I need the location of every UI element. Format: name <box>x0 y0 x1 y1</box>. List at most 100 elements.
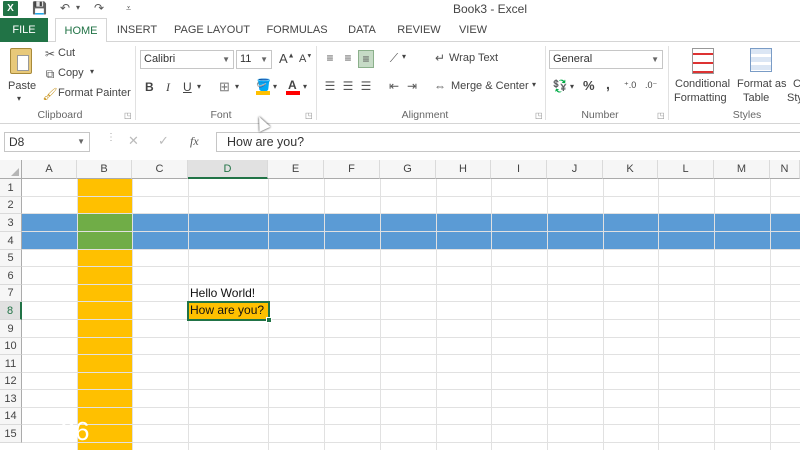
borders-icon[interactable]: ⊞ <box>219 79 230 95</box>
column-header-g[interactable]: G <box>380 160 436 179</box>
font-color-dropdown-icon[interactable]: ▾ <box>303 82 307 91</box>
alignment-group-label: Alignment <box>401 109 449 121</box>
paintbrush-icon: 🖌 <box>42 87 58 101</box>
tab-formulas[interactable]: FORMULAS <box>262 18 332 42</box>
underline-button[interactable]: U <box>183 80 192 94</box>
fill-handle[interactable] <box>266 317 272 323</box>
bold-button[interactable]: B <box>145 80 154 94</box>
cell-d8[interactable]: How are you? <box>190 303 264 317</box>
format-as-label-2: Table <box>743 92 770 104</box>
styles-group-label: Styles <box>732 109 762 121</box>
column-header-a[interactable]: A <box>22 160 77 179</box>
format-as-table-button[interactable]: Format as Table <box>737 46 787 108</box>
column-header-d[interactable]: D <box>188 160 268 179</box>
confirm-entry-icon[interactable]: ✓ <box>158 133 169 149</box>
row-header-4[interactable]: 4 <box>0 232 22 250</box>
tab-file[interactable]: FILE <box>0 18 48 42</box>
formula-input[interactable]: How are you? <box>216 132 800 152</box>
row-header-11[interactable]: 11 <box>0 355 22 373</box>
column-header-e[interactable]: E <box>268 160 324 179</box>
currency-icon[interactable]: 💱 <box>552 78 568 94</box>
align-bottom-icon[interactable]: ≡ <box>358 50 374 68</box>
comma-button[interactable]: , <box>606 76 610 92</box>
orientation-icon[interactable]: ⟋ <box>386 50 402 66</box>
column-header-b[interactable]: B <box>77 160 132 179</box>
borders-dropdown-icon[interactable]: ▾ <box>235 82 239 91</box>
column-header-j[interactable]: J <box>547 160 603 179</box>
insert-function-button[interactable]: fx <box>190 134 199 149</box>
align-right-icon[interactable]: ☰ <box>358 78 374 94</box>
underline-dropdown-icon[interactable]: ▾ <box>197 82 201 91</box>
grow-font-button[interactable]: A▲ <box>279 51 295 66</box>
column-header-f[interactable]: F <box>324 160 380 179</box>
row-header-10[interactable]: 10 <box>0 338 22 355</box>
copy-button[interactable]: ⧉ Copy ▾ <box>42 66 102 82</box>
fill-color-dropdown-icon[interactable]: ▾ <box>273 82 277 91</box>
number-launcher-icon[interactable]: ◳ <box>657 111 665 120</box>
select-all-button[interactable] <box>0 160 22 179</box>
font-size-select[interactable]: 11 ▼ <box>236 50 272 69</box>
name-box[interactable]: D8 ▼ <box>4 132 90 152</box>
cell-styles-button[interactable]: C Sty <box>787 46 800 108</box>
format-painter-button[interactable]: 🖌 Format Painter <box>42 86 132 102</box>
increase-decimal-icon[interactable]: ⁺.0 <box>624 80 636 91</box>
tab-data[interactable]: DATA <box>340 18 384 42</box>
cell-d7[interactable]: Hello World! <box>190 286 255 300</box>
font-launcher-icon[interactable]: ◳ <box>305 111 313 120</box>
decrease-indent-icon[interactable]: ⇤ <box>386 78 402 94</box>
percent-button[interactable]: % <box>583 78 595 93</box>
paint-bucket-icon: 🪣 <box>256 78 271 92</box>
column-header-c[interactable]: C <box>132 160 188 179</box>
currency-dropdown-icon[interactable]: ▾ <box>570 82 574 91</box>
chevron-down-icon: ▼ <box>77 137 85 146</box>
tab-view[interactable]: VIEW <box>452 18 494 42</box>
paste-button[interactable]: Paste ▾ <box>4 46 38 106</box>
italic-button[interactable]: I <box>166 80 170 95</box>
row-header-8[interactable]: 8 <box>0 302 22 320</box>
column-header-i[interactable]: I <box>491 160 547 179</box>
tab-insert[interactable]: INSERT <box>112 18 162 42</box>
column-header-l[interactable]: L <box>658 160 714 179</box>
align-left-icon[interactable]: ☰ <box>322 78 338 94</box>
merge-center-button[interactable]: ⇔ Merge & Center ▾ <box>432 78 542 96</box>
tab-page-layout[interactable]: PAGE LAYOUT <box>170 18 254 42</box>
column-header-k[interactable]: K <box>603 160 658 179</box>
cancel-entry-icon[interactable]: ✕ <box>128 133 139 149</box>
cut-button[interactable]: ✂ Cut <box>42 46 92 62</box>
wrap-text-button[interactable]: ↵ Wrap Text <box>432 50 512 68</box>
row-header-1[interactable]: 1 <box>0 179 22 197</box>
row-header-5[interactable]: 5 <box>0 250 22 267</box>
font-name-select[interactable]: Calibri ▼ <box>140 50 234 69</box>
tab-review[interactable]: REVIEW <box>392 18 446 42</box>
align-middle-icon[interactable]: ≡ <box>340 50 356 66</box>
cut-label: Cut <box>58 47 76 59</box>
font-group-label: Font <box>210 109 232 121</box>
clipboard-launcher-icon[interactable]: ◳ <box>124 111 132 120</box>
row-header-7[interactable]: 7 <box>0 285 22 302</box>
row-header-14[interactable]: 14 <box>0 408 22 425</box>
column-header-n[interactable]: N <box>770 160 800 179</box>
orientation-dropdown-icon[interactable]: ▾ <box>402 52 406 61</box>
decrease-decimal-icon[interactable]: .0⁻ <box>645 80 657 91</box>
alignment-launcher-icon[interactable]: ◳ <box>535 111 543 120</box>
tab-home[interactable]: HOME <box>55 18 107 43</box>
align-top-icon[interactable]: ≡ <box>322 50 338 66</box>
row-header-12[interactable]: 12 <box>0 373 22 390</box>
align-center-icon[interactable]: ☰ <box>340 78 356 94</box>
row-header-6[interactable]: 6 <box>0 267 22 285</box>
conditional-formatting-button[interactable]: Conditional Formatting <box>672 46 734 108</box>
row-header-3[interactable]: 3 <box>0 214 22 232</box>
fill-color-button[interactable]: 🪣 <box>254 78 272 96</box>
column-header-m[interactable]: M <box>714 160 770 179</box>
row-header-9[interactable]: 9 <box>0 320 22 338</box>
font-color-button[interactable]: A <box>285 78 301 96</box>
increase-indent-icon[interactable]: ⇥ <box>404 78 420 94</box>
chevron-down-icon: ▼ <box>651 55 659 64</box>
row-header-2[interactable]: 2 <box>0 197 22 214</box>
row-header-13[interactable]: 13 <box>0 390 22 408</box>
column-header-h[interactable]: H <box>436 160 491 179</box>
shrink-font-button[interactable]: A▼ <box>299 53 312 65</box>
number-format-select[interactable]: General ▼ <box>549 50 663 69</box>
row-header-15[interactable]: 15 <box>0 425 22 443</box>
formula-bar: D8 ▼ ⋮ ✕ ✓ fx How are you? <box>0 124 800 160</box>
